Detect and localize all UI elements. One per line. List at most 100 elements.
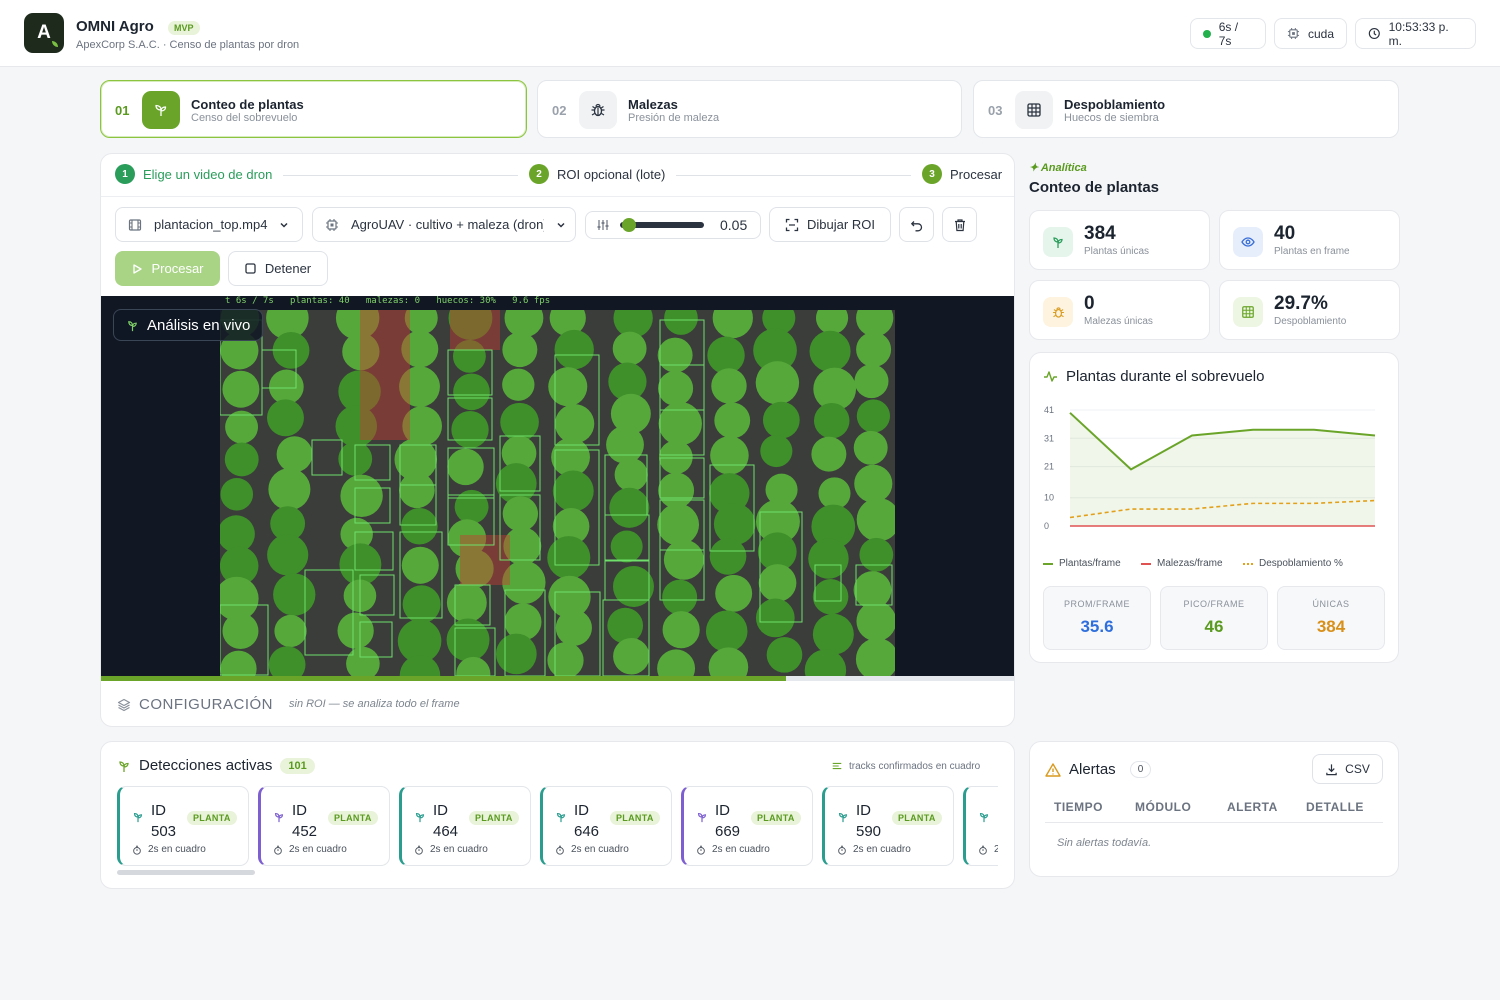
analytics-title: Conteo de plantas [1029,179,1160,196]
undo-button[interactable] [899,207,934,242]
legend-label: Despoblamiento % [1259,558,1343,569]
detection-card[interactable]: ID 669 PLANTA 2s en cuadro [681,786,813,866]
detection-card[interactable]: ID 6PLANTA2s en cuadro [963,786,998,866]
kpi-label: PROM/FRAME [1063,599,1130,609]
plant-canopy [755,598,795,638]
plant-canopy [658,401,702,446]
detection-card[interactable]: ID 503 PLANTA 2s en cuadro [117,786,249,866]
detection-card[interactable]: ID 646 PLANTA 2s en cuadro [540,786,672,866]
delete-button[interactable] [942,207,977,242]
plant-canopy [859,537,894,572]
detection-box [311,439,343,476]
plant-canopy [222,613,259,649]
stop-label: Detener [264,261,312,276]
slider-thumb[interactable] [622,218,637,232]
plant-canopy [818,477,851,510]
field-overlay [220,310,895,676]
weed-region [360,310,410,440]
play-icon [133,263,143,274]
model-select[interactable]: AgroUAV · cultivo + maleza (dron) [312,207,576,242]
plant-canopy [220,477,254,511]
detection-card[interactable]: ID 452 PLANTA 2s en cuadro [258,786,390,866]
plant-canopy [495,633,537,675]
step-3[interactable]: 3 Procesar [922,164,1002,184]
legend-label: Plantas/frame [1059,558,1121,569]
threshold-slider[interactable]: 0.05 [585,211,761,239]
film-icon [128,218,142,231]
process-button[interactable]: Procesar [115,251,220,286]
app-logo: A [24,13,64,53]
y-tick-label: 0 [1044,521,1049,531]
status-dot-icon [1203,29,1211,38]
config-toggle[interactable]: CONFIGURACIÓN [117,696,273,713]
plant-canopy [337,612,374,649]
draw-roi-button[interactable]: Dibujar ROI [769,207,891,242]
timer-icon [556,845,564,855]
detection-card[interactable]: ID 464 PLANTA 2s en cuadro [399,786,531,866]
layers-icon [117,698,131,711]
video-progress[interactable] [101,676,1014,681]
horizontal-scrollbar[interactable] [117,870,255,875]
progress-status: 6s / 7s [1190,18,1266,49]
video-file-select[interactable]: plantacion_top.mp4 [115,207,303,242]
column-header-time[interactable]: TIEMPO [1054,800,1103,814]
stat-plants-in-frame: 40 Plantas en frame [1219,210,1400,270]
plant-canopy [269,369,304,405]
legend-swatch [1243,562,1253,565]
plant-canopy [710,436,749,475]
tracks-icon [832,762,842,770]
plant-canopy [502,332,538,368]
series-area [1070,412,1375,526]
column-header-module[interactable]: MÓDULO [1135,800,1191,814]
sprout-icon [128,320,137,331]
module-card-conteo[interactable]: 01 Conteo de plantas Censo del sobrevuel… [100,80,527,138]
chip-icon [326,218,338,231]
plant-canopy [267,534,309,576]
plant-canopy [225,410,259,444]
sprout-icon [133,812,143,823]
stop-button[interactable]: Detener [228,251,328,286]
timer-icon [415,845,423,855]
sprout-icon [838,812,848,823]
detection-id: ID 6 [997,800,998,821]
video-preview[interactable]: t 6s / 7s plantas: 40 malezas: 0 huecos:… [101,296,1014,676]
slider-track[interactable] [620,218,704,232]
live-analysis-badge: Análisis en vivo [113,309,264,341]
table-divider [1045,822,1383,823]
column-header-detail[interactable]: DETALLE [1306,800,1364,814]
plant-canopy [547,536,591,580]
detections-note: tracks confirmados en cuadro [831,760,980,772]
stat-depopulation: 29.7% Despoblamiento [1219,280,1400,340]
alerts-count-badge: 0 [1129,761,1152,778]
plant-canopy [712,310,753,339]
module-card-malezas[interactable]: 02 Malezas Presión de maleza [537,80,962,138]
legend-swatch [1141,562,1151,565]
module-title: Malezas [628,97,678,112]
step-1[interactable]: 1 Elige un video de dron [115,164,272,184]
device-label: cuda [1307,26,1334,41]
plant-canopy [854,364,889,399]
step-number: 1 [115,164,135,184]
video-progress-fill [101,676,786,681]
chart-title: Plantas durante el sobrevuelo [1043,368,1264,385]
detections-list[interactable]: ID 503 PLANTA 2s en cuadro ID 452 PLANTA 2s e… [117,786,998,866]
column-header-alert[interactable]: ALERTA [1227,800,1278,814]
module-card-despoblamiento[interactable]: 03 Despoblamiento Huecos de siembra [973,80,1399,138]
plant-canopy [854,464,893,503]
plant-canopy [274,614,307,648]
stat-value: 29.7% [1274,293,1328,314]
detection-type-badge: PLANTA [469,811,519,825]
plant-canopy [613,638,650,675]
detection-time-text: 2s en cuadro [571,844,629,855]
eye-icon [1233,227,1263,257]
plant-canopy [658,440,693,475]
csv-export-button[interactable]: CSV [1312,754,1383,784]
plant-canopy [708,647,749,676]
warning-icon [1045,762,1061,777]
plant-canopy [610,530,643,563]
step-2[interactable]: 2 ROI opcional (lote) [529,164,665,184]
plant-canopy [551,437,590,477]
detection-card[interactable]: ID 590 PLANTA 2s en cuadro [822,786,954,866]
module-number: 02 [552,103,567,118]
plant-canopy [222,370,260,408]
